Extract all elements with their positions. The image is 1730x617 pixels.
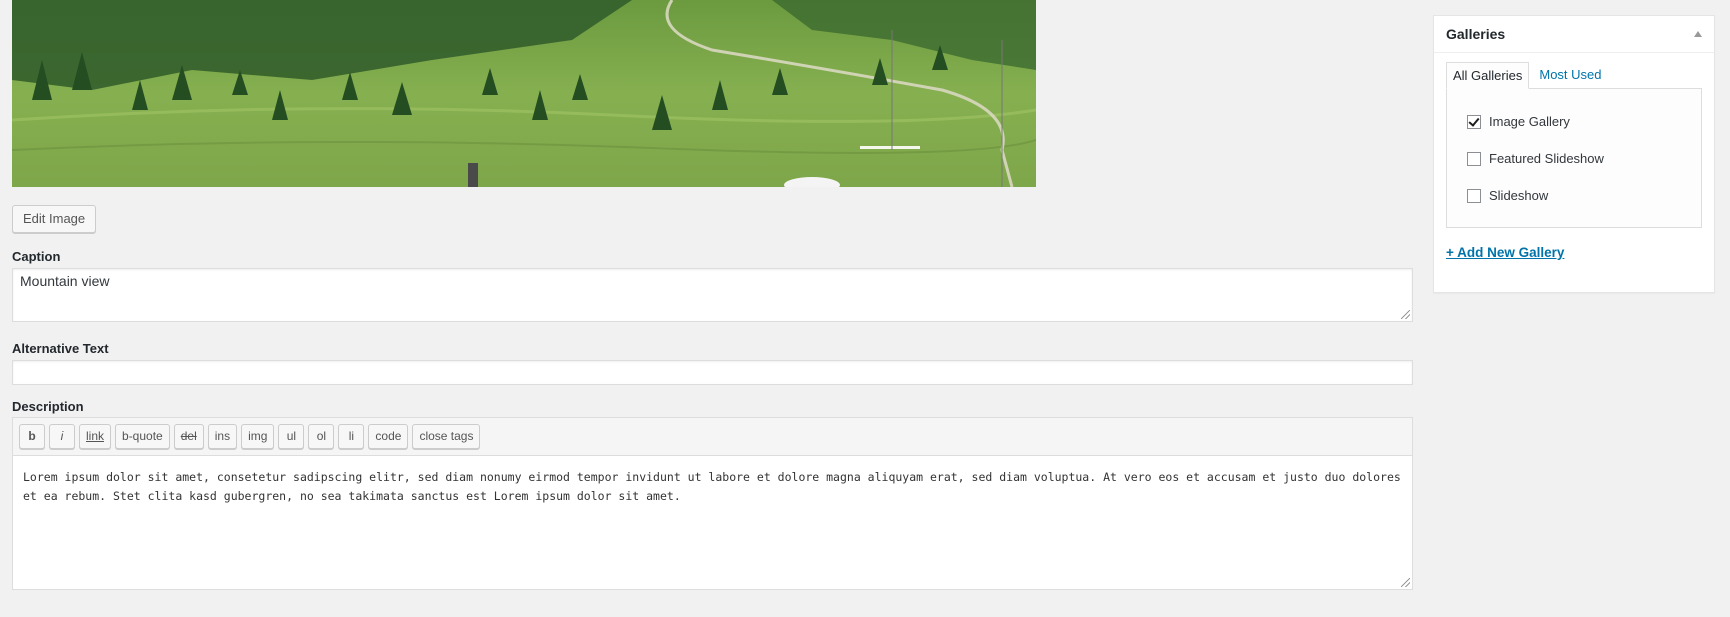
caption-textarea[interactable]: Mountain view [12,268,1413,322]
galleries-list: Image Gallery Featured Slideshow Slidesh… [1446,88,1702,228]
resize-grip-icon[interactable] [1401,310,1410,319]
alt-text-label: Alternative Text [12,341,109,356]
quicktag-close-tags-button[interactable]: close tags [412,424,481,449]
galleries-header[interactable]: Galleries [1434,16,1714,53]
gallery-item-label: Image Gallery [1489,114,1570,129]
quicktag-ins-button[interactable]: ins [207,424,238,449]
landscape-image-graphic [12,0,1036,187]
quicktag-img-button[interactable]: img [241,424,275,449]
quicktag-del-button[interactable]: del [173,424,204,449]
description-value: Lorem ipsum dolor sit amet, consetetur s… [23,470,1401,503]
caption-label: Caption [12,249,61,264]
collapse-arrow-icon[interactable] [1694,31,1702,37]
quicktag-link-button[interactable]: link [79,424,112,449]
gallery-item-slideshow[interactable]: Slideshow [1447,177,1701,214]
caption-value: Mountain view [20,273,110,289]
quicktag-li-button[interactable]: li [338,424,365,449]
tab-most-used[interactable]: Most Used [1529,62,1607,89]
gallery-item-label: Slideshow [1489,188,1549,203]
tab-all-galleries[interactable]: All Galleries [1446,62,1530,89]
gallery-checkbox[interactable] [1467,114,1481,129]
description-label: Description [12,399,84,414]
attachment-details: Edit Image Caption Mountain view Alterna… [12,0,1413,590]
gallery-item-label: Featured Slideshow [1489,151,1604,166]
quicktag-code-button[interactable]: code [368,424,409,449]
description-textarea[interactable]: Lorem ipsum dolor sit amet, consetetur s… [13,456,1412,589]
description-editor: b i link b-quote del ins img ul ol li co… [12,417,1413,590]
quicktags-toolbar: b i link b-quote del ins img ul ol li co… [13,418,1412,456]
alt-text-input[interactable] [12,360,1413,385]
galleries-tabs: All Galleries Most Used [1446,62,1608,89]
add-new-gallery-link[interactable]: + Add New Gallery [1446,245,1564,260]
galleries-metabox: Galleries All Galleries Most Used Image … [1433,15,1715,293]
resize-grip-icon[interactable] [1401,578,1410,587]
gallery-item-image-gallery[interactable]: Image Gallery [1447,103,1701,140]
edit-image-button[interactable]: Edit Image [12,205,97,233]
gallery-checkbox[interactable] [1467,188,1481,203]
galleries-title: Galleries [1446,26,1506,42]
quicktag-italic-button[interactable]: i [49,424,75,449]
quicktag-bold-button[interactable]: b [19,424,45,449]
quicktag-ol-button[interactable]: ol [308,424,335,449]
gallery-checkbox[interactable] [1467,151,1481,166]
attachment-preview-image [12,0,1036,187]
gallery-item-featured-slideshow[interactable]: Featured Slideshow [1447,140,1701,177]
quicktag-blockquote-button[interactable]: b-quote [115,424,170,449]
quicktag-ul-button[interactable]: ul [278,424,305,449]
